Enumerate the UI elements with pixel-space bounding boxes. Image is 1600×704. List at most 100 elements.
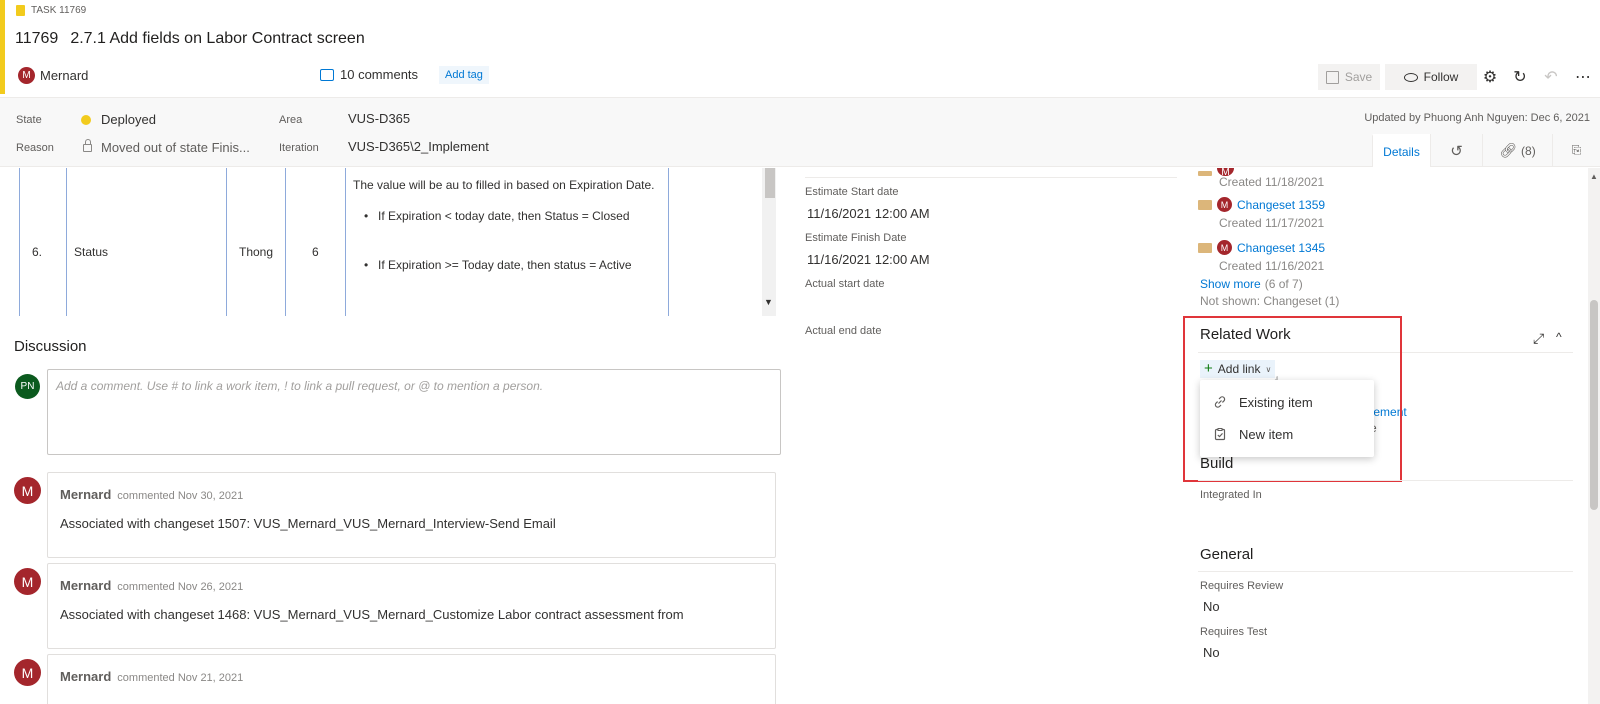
table-border: [19, 168, 20, 316]
work-item-form: TASK 11769 11769 2.7.1 Add fields on Lab…: [0, 0, 1600, 704]
assigned-to[interactable]: M Mernard: [18, 67, 88, 84]
area-field[interactable]: VUS-D365: [348, 111, 410, 126]
type-color-bar: [0, 0, 5, 94]
comment-author[interactable]: Mernard: [60, 487, 111, 502]
comments-count: 10 comments: [340, 67, 419, 82]
row-owner: Thong: [239, 245, 274, 259]
comment-header: Mernard commented Nov 26, 2021: [60, 578, 763, 593]
follow-button[interactable]: Follow: [1385, 64, 1477, 90]
table-border: [226, 168, 227, 316]
avatar: M: [1217, 197, 1232, 212]
state-dot-icon: [81, 114, 91, 125]
comment-author[interactable]: Mernard: [60, 669, 111, 684]
scrollbar-thumb[interactable]: [765, 168, 775, 198]
show-more: Show more (6 of 7): [1200, 277, 1303, 291]
lock-icon: [83, 138, 92, 152]
undo-icon[interactable]: ↶: [1540, 66, 1562, 88]
task-icon: [16, 5, 25, 16]
chevron-up-icon[interactable]: ^: [1556, 330, 1562, 344]
bullet-text: If Expiration >= Today date, then status…: [378, 258, 632, 272]
estimate-finish-label: Estimate Finish Date: [805, 232, 907, 244]
description-table: 6. Status Thong 6 The value will be au t…: [0, 168, 780, 316]
save-label: Save: [1344, 70, 1373, 84]
avatar: M: [14, 477, 41, 504]
eye-icon: [1403, 72, 1418, 82]
comment-date: commented Nov 30, 2021: [117, 490, 244, 502]
dev-link-label[interactable]: Changeset 1359: [1237, 198, 1325, 212]
comment-icon: [320, 68, 334, 81]
page-title[interactable]: 11769 2.7.1 Add fields on Labor Contract…: [15, 30, 365, 48]
state-value: Deployed: [101, 112, 156, 127]
avatar: PN: [15, 374, 40, 399]
divider: [1198, 571, 1573, 572]
row-bullet: • If Expiration >= Today date, then statu…: [364, 258, 632, 272]
tab-links[interactable]: 🔗︎ (8): [1482, 134, 1552, 167]
reason-field: Moved out of state Finis...: [83, 138, 250, 155]
avatar: M: [1217, 240, 1232, 255]
table-border: [285, 168, 286, 316]
updated-by[interactable]: Updated by Phuong Anh Nguyen: Dec 6, 202…: [1364, 112, 1590, 124]
dev-link-created: Created 11/16/2021: [1219, 259, 1325, 273]
table-border: [66, 168, 67, 316]
comments-link[interactable]: 10 comments: [320, 67, 418, 82]
save-button[interactable]: Save: [1318, 64, 1380, 90]
estimate-finish-field[interactable]: 11/16/2021 12:00 AM: [807, 252, 930, 267]
bullet-text: If Expiration < today date, then Status …: [378, 209, 630, 223]
gear-icon[interactable]: ⚙: [1479, 66, 1501, 88]
dev-link-created: Created 11/17/2021: [1219, 216, 1325, 230]
work-item-type: TASK 11769: [16, 5, 86, 16]
not-shown-text: Not shown: Changeset (1): [1200, 294, 1340, 308]
comment-text: Associated with changeset 1507: VUS_Mern…: [60, 516, 556, 531]
row-field: Status: [74, 245, 109, 259]
work-item-id: 11769: [15, 30, 59, 47]
estimate-start-field[interactable]: 11/16/2021 12:00 AM: [807, 206, 930, 221]
more-actions-icon[interactable]: ⋯: [1572, 66, 1594, 88]
show-more-link[interactable]: Show more: [1200, 277, 1261, 291]
iteration-label: Iteration: [279, 142, 319, 154]
comment-header: Mernard commented Nov 30, 2021: [60, 487, 763, 502]
comment-item: Mernard commented Nov 30, 2021 Associate…: [47, 472, 776, 558]
dev-link-created: Created 11/18/2021: [1219, 175, 1325, 189]
table-border: [668, 168, 669, 316]
table-border: [345, 168, 346, 316]
work-item-type-label: TASK 11769: [31, 5, 87, 16]
dev-link-item[interactable]: M Changeset 1359: [1198, 197, 1325, 212]
work-item-title[interactable]: 2.7.1 Add fields on Labor Contract scree…: [70, 30, 364, 48]
actual-end-label: Actual end date: [805, 325, 882, 337]
avatar: M: [14, 568, 41, 595]
requires-review-field[interactable]: No: [1203, 599, 1220, 614]
add-tag-button[interactable]: Add tag: [439, 66, 489, 84]
actual-start-label: Actual start date: [805, 278, 885, 290]
state-field[interactable]: Deployed: [81, 112, 156, 127]
tab-attachments[interactable]: ⎘: [1552, 134, 1600, 167]
comment-author[interactable]: Mernard: [60, 578, 111, 593]
comment-date: commented Nov 26, 2021: [117, 581, 244, 593]
requires-test-label: Requires Test: [1200, 626, 1268, 638]
iteration-field[interactable]: VUS-D365\2_Implement: [348, 139, 489, 154]
state-label: State: [16, 114, 42, 126]
scroll-up-icon[interactable]: ▲: [1590, 172, 1598, 181]
comment-input[interactable]: Add a comment. Use # to link a work item…: [47, 369, 781, 455]
links-count: (8): [1521, 143, 1536, 158]
tab-details[interactable]: Details: [1372, 134, 1430, 167]
row-intro: The value will be au to filled in based …: [353, 178, 655, 192]
save-icon: [1325, 70, 1339, 84]
avatar: M: [14, 659, 41, 686]
integrated-in-label: Integrated In: [1200, 489, 1262, 501]
area-label: Area: [279, 114, 303, 126]
expand-icon[interactable]: ⤢: [1533, 330, 1544, 347]
refresh-icon[interactable]: ↻: [1509, 66, 1531, 88]
link-icon: 🔗︎: [1499, 142, 1518, 158]
dev-link-label[interactable]: Changeset 1345: [1237, 241, 1325, 255]
build-title: Build: [1200, 455, 1234, 472]
scroll-down-icon[interactable]: ▼: [764, 297, 773, 307]
row-bullet: • If Expiration < today date, then Status…: [364, 209, 630, 223]
fields-band: [0, 97, 1600, 167]
discussion-title: Discussion: [14, 338, 87, 355]
dev-link-item[interactable]: M Changeset 1345: [1198, 240, 1325, 255]
comment-date: commented Nov 21, 2021: [117, 672, 244, 684]
requires-test-field[interactable]: No: [1203, 645, 1220, 660]
scrollbar-thumb[interactable]: [1590, 300, 1598, 510]
divider: [805, 177, 1177, 178]
tab-history[interactable]: ↺: [1430, 134, 1482, 167]
